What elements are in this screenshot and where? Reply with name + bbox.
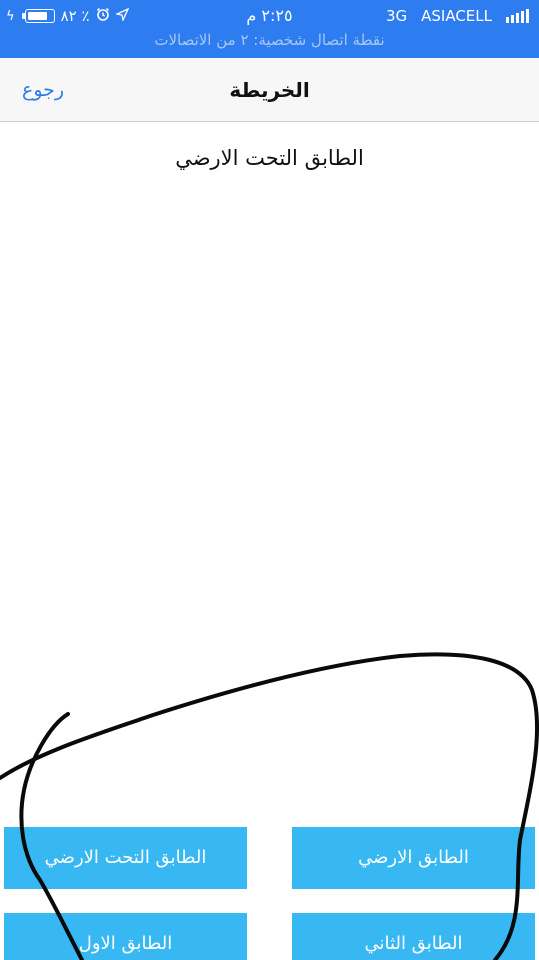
floor-button-second[interactable]: الطابق الثاني <box>292 913 535 960</box>
floor-title: الطابق التحت الارضي <box>175 146 364 170</box>
floor-button-basement[interactable]: الطابق التحت الارضي <box>4 827 247 889</box>
network-type: 3G <box>385 7 408 25</box>
back-button[interactable]: رجوع <box>22 58 64 122</box>
floor-button-ground[interactable]: الطابق الارضي <box>292 827 535 889</box>
carrier-name: ASIACELL <box>421 7 492 25</box>
status-bar: ϟ ٨٢ ٪ ٢:٢٥ م 3G ASIACELL نقطة اتصال شخص… <box>0 0 539 58</box>
signal-bars-icon <box>506 9 529 23</box>
page-title: الخريطة <box>229 78 310 102</box>
hotspot-banner[interactable]: نقطة اتصال شخصية: ٢ من الاتصالات <box>0 31 539 49</box>
map-area[interactable] <box>0 200 539 800</box>
status-right: 3G ASIACELL <box>386 4 529 28</box>
floor-button-first[interactable]: الطابق الاول <box>4 913 247 960</box>
navigation-bar: الخريطة رجوع <box>0 58 539 122</box>
